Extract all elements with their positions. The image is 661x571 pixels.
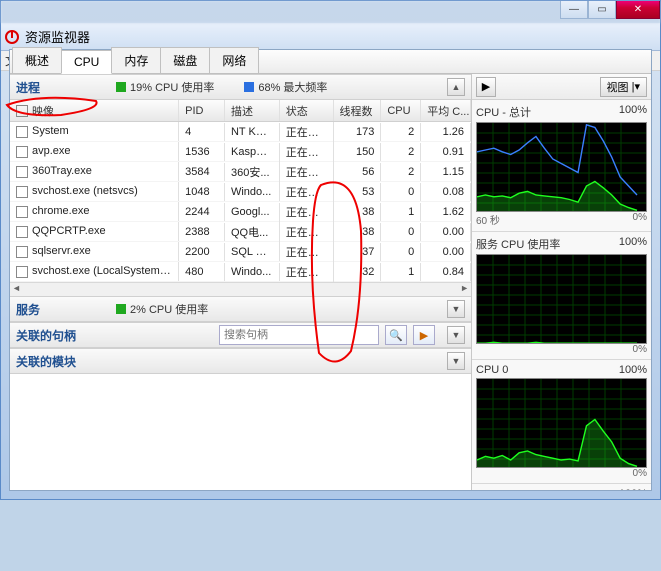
maximize-button[interactable]: ▭	[588, 1, 616, 19]
row-checkbox[interactable]	[16, 186, 28, 198]
chart-max: 100%	[619, 104, 647, 120]
cpu-usage-stat: 19% CPU 使用率	[116, 79, 214, 95]
charts-collapse-button[interactable]: ▶	[476, 77, 496, 97]
close-button[interactable]: ✕	[616, 1, 660, 19]
chart-foot-right: 0%	[633, 344, 647, 355]
tab-memory[interactable]: 内存	[111, 47, 161, 73]
window-title: 资源监视器	[25, 27, 90, 46]
table-row[interactable]: avp.exe1536Kasper...正在运行15020.91	[10, 142, 471, 162]
chart-plot	[476, 378, 647, 468]
col-status[interactable]: 状态	[280, 100, 334, 121]
tab-disk[interactable]: 磁盘	[160, 47, 210, 73]
row-checkbox[interactable]	[16, 246, 28, 258]
tab-overview[interactable]: 概述	[12, 47, 62, 73]
section-title: 关联的句柄	[16, 327, 76, 344]
table-row[interactable]: chrome.exe2244Googl...正在运行3811.62	[10, 202, 471, 222]
chart-title: CPU 1 - 归位	[476, 488, 540, 490]
tabstrip: 概述 CPU 内存 磁盘 网络	[10, 50, 651, 74]
col-pid[interactable]: PID	[179, 100, 225, 121]
table-row[interactable]: System4NT Ker...正在运行17321.26	[10, 122, 471, 142]
expand-button[interactable]: ▼	[447, 300, 465, 318]
right-toolbar: ▶ 视图 |▾	[472, 74, 651, 100]
chart-title: CPU 0	[476, 364, 508, 376]
horizontal-scrollbar[interactable]	[10, 282, 471, 296]
tab-network[interactable]: 网络	[209, 47, 259, 73]
usage-color-icon	[116, 304, 126, 314]
chart-plot	[476, 254, 647, 344]
col-threads[interactable]: 线程数	[334, 100, 382, 121]
chart-title: CPU - 总计	[476, 104, 531, 120]
checkbox-all[interactable]	[16, 105, 28, 117]
mini-chart: CPU - 总计 100% 60 秒 0%	[472, 100, 651, 232]
app-icon	[5, 30, 19, 44]
max-freq-stat: 68% 最大频率	[244, 79, 327, 95]
section-title: 服务	[16, 301, 86, 318]
section-modules[interactable]: 关联的模块 ▼	[10, 348, 471, 374]
section-handles[interactable]: 关联的句柄 🔍 ▶ ▼	[10, 322, 471, 348]
section-processes[interactable]: 进程 19% CPU 使用率 68% 最大频率 ▲	[10, 74, 471, 100]
titlebar[interactable]: 资源监视器	[1, 23, 660, 51]
section-title: 关联的模块	[16, 353, 76, 370]
col-desc[interactable]: 描述	[225, 100, 280, 121]
search-next-button[interactable]: ▶	[413, 325, 435, 345]
row-checkbox[interactable]	[16, 166, 28, 178]
chart-max: 100%	[619, 488, 647, 490]
chart-foot-left: 60 秒	[476, 212, 500, 227]
col-cpu[interactable]: CPU	[381, 100, 421, 121]
chart-title: 服务 CPU 使用率	[476, 236, 560, 252]
collapse-button[interactable]: ▲	[447, 78, 465, 96]
view-button[interactable]: 视图 |▾	[600, 77, 647, 97]
usage-color-icon	[116, 82, 126, 92]
search-button[interactable]: 🔍	[385, 325, 407, 345]
process-rows: System4NT Ker...正在运行17321.26avp.exe1536K…	[10, 122, 471, 282]
search-handles-input[interactable]	[219, 325, 379, 345]
row-checkbox[interactable]	[16, 266, 28, 278]
row-checkbox[interactable]	[16, 146, 28, 158]
stat-label: 68% 最大频率	[258, 79, 327, 95]
table-row[interactable]: sqlservr.exe2200SQL Se...正在运行3700.00	[10, 242, 471, 262]
mini-chart: CPU 0 100% 0%	[472, 360, 651, 484]
charts-panel: CPU - 总计 100% 60 秒 0% 服务 CPU 使用率 100% 0% CPU 0 1…	[472, 100, 651, 490]
tab-cpu[interactable]: CPU	[61, 50, 112, 74]
col-avgcpu[interactable]: 平均 C...	[421, 100, 471, 121]
services-cpu-stat: 2% CPU 使用率	[116, 301, 208, 317]
section-services[interactable]: 服务 2% CPU 使用率 ▼	[10, 296, 471, 322]
chart-max: 100%	[619, 236, 647, 252]
chart-foot-right: 0%	[633, 468, 647, 479]
expand-button[interactable]: ▼	[447, 352, 465, 370]
mini-chart: CPU 1 - 归位 100%	[472, 484, 651, 490]
table-row[interactable]: svchost.exe (netsvcs)1048Windo...正在运行530…	[10, 182, 471, 202]
minimize-button[interactable]: —	[560, 1, 588, 19]
table-row[interactable]: QQPCRTP.exe2388QQ电...正在运行3800.00	[10, 222, 471, 242]
stat-label: 2% CPU 使用率	[130, 301, 208, 317]
chart-max: 100%	[619, 364, 647, 376]
window-controls: — ▭ ✕	[560, 1, 660, 19]
freq-color-icon	[244, 82, 254, 92]
table-row[interactable]: svchost.exe (LocalSystemN...480Windo...正…	[10, 262, 471, 282]
row-checkbox[interactable]	[16, 226, 28, 238]
section-title: 进程	[16, 79, 86, 96]
chart-plot	[476, 122, 647, 212]
expand-button[interactable]: ▼	[447, 326, 465, 344]
table-row[interactable]: 360Tray.exe3584360安...正在运行5621.15	[10, 162, 471, 182]
mini-chart: 服务 CPU 使用率 100% 0%	[472, 232, 651, 360]
row-checkbox[interactable]	[16, 206, 28, 218]
grid-header: 映像 PID 描述 状态 线程数 CPU 平均 C...	[10, 100, 471, 122]
row-checkbox[interactable]	[16, 126, 28, 138]
col-image[interactable]: 映像	[10, 100, 179, 121]
stat-label: 19% CPU 使用率	[130, 79, 214, 95]
chart-foot-right: 0%	[633, 212, 647, 227]
